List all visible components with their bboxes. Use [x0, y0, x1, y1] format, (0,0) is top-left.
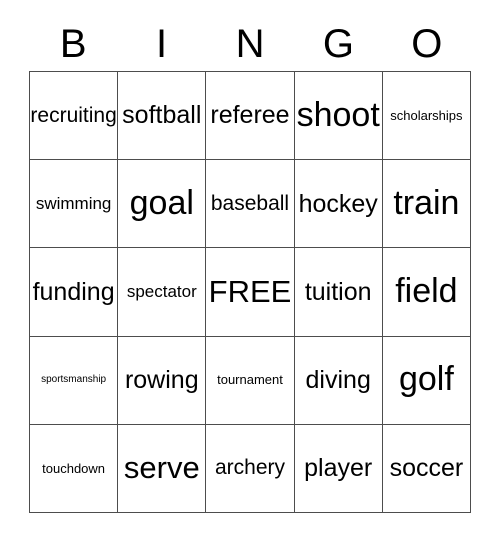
bingo-cell-label: diving — [305, 366, 371, 395]
bingo-cell-label: rowing — [124, 366, 199, 395]
bingo-cell-label: funding — [32, 277, 115, 306]
bingo-cell[interactable]: soccer — [382, 424, 471, 513]
bingo-cell-label: FREE — [208, 273, 292, 309]
bingo-cell[interactable]: sportsmanship — [30, 336, 119, 425]
bingo-cell[interactable]: tournament — [206, 336, 295, 425]
bingo-cell[interactable]: scholarships — [382, 72, 471, 161]
bingo-cell[interactable]: swimming — [30, 160, 119, 249]
bingo-cell-label: train — [393, 183, 460, 222]
bingo-cell-label: softball — [122, 101, 202, 130]
header-letter-text: G — [322, 22, 354, 66]
bingo-header-letter-o: O — [383, 18, 471, 70]
header-letter-text: I — [156, 22, 168, 66]
bingo-cell-label: archery — [214, 456, 285, 480]
bingo-cell[interactable]: golf — [382, 336, 471, 425]
bingo-header-letter-g: G — [294, 18, 382, 70]
header-letter-text: O — [411, 22, 443, 66]
bingo-cell-label: referee — [210, 101, 290, 130]
bingo-cell-label: shoot — [296, 95, 380, 134]
bingo-header-letter-b: B — [29, 18, 117, 70]
header-letter-text: N — [235, 22, 265, 66]
bingo-cell-label: tournament — [217, 372, 283, 388]
bingo-cell-label: sportsmanship — [41, 373, 107, 385]
bingo-cell[interactable]: archery — [206, 424, 295, 513]
bingo-card: B I N G O recruiting softball referee shoot… — [0, 0, 500, 544]
bingo-cell[interactable]: rowing — [118, 336, 207, 425]
bingo-cell-label: hockey — [298, 189, 378, 218]
bingo-cell[interactable]: recruiting — [30, 72, 119, 161]
bingo-header-letter-i: I — [117, 18, 205, 70]
bingo-cell[interactable]: softball — [118, 72, 207, 161]
bingo-cell[interactable]: touchdown — [30, 424, 119, 513]
bingo-cell-label: serve — [123, 450, 200, 486]
bingo-cell[interactable]: hockey — [294, 160, 383, 249]
bingo-cell[interactable]: referee — [206, 72, 295, 161]
bingo-cell-free[interactable]: FREE — [206, 248, 295, 337]
bingo-cell[interactable]: baseball — [206, 160, 295, 249]
bingo-cell[interactable]: field — [382, 248, 471, 337]
bingo-cell-label: swimming — [35, 193, 112, 213]
header-letter-text: B — [59, 22, 87, 66]
bingo-cell-label: touchdown — [42, 460, 106, 476]
bingo-cell[interactable]: train — [382, 160, 471, 249]
bingo-cell[interactable]: funding — [30, 248, 119, 337]
bingo-cell-label: scholarships — [390, 107, 463, 123]
bingo-cell-label: recruiting — [30, 103, 117, 127]
bingo-cell-label: field — [395, 272, 458, 311]
bingo-cell-label: spectator — [126, 282, 197, 302]
bingo-header-row: B I N G O — [29, 18, 471, 70]
bingo-cell[interactable]: diving — [294, 336, 383, 425]
bingo-cell[interactable]: goal — [118, 160, 207, 249]
bingo-cell[interactable]: serve — [118, 424, 207, 513]
bingo-cell-label: tuition — [304, 277, 372, 306]
bingo-cell-label: player — [304, 454, 373, 483]
bingo-cell[interactable]: player — [294, 424, 383, 513]
bingo-cell-label: goal — [129, 183, 194, 222]
bingo-cell-label: golf — [398, 360, 454, 399]
bingo-cell[interactable]: shoot — [294, 72, 383, 161]
bingo-header-letter-n: N — [206, 18, 294, 70]
bingo-grid: recruiting softball referee shoot scholarshi… — [29, 71, 471, 513]
bingo-cell-label: soccer — [389, 454, 464, 483]
bingo-cell-label: baseball — [210, 191, 290, 215]
bingo-cell[interactable]: tuition — [294, 248, 383, 337]
bingo-cell[interactable]: spectator — [118, 248, 207, 337]
